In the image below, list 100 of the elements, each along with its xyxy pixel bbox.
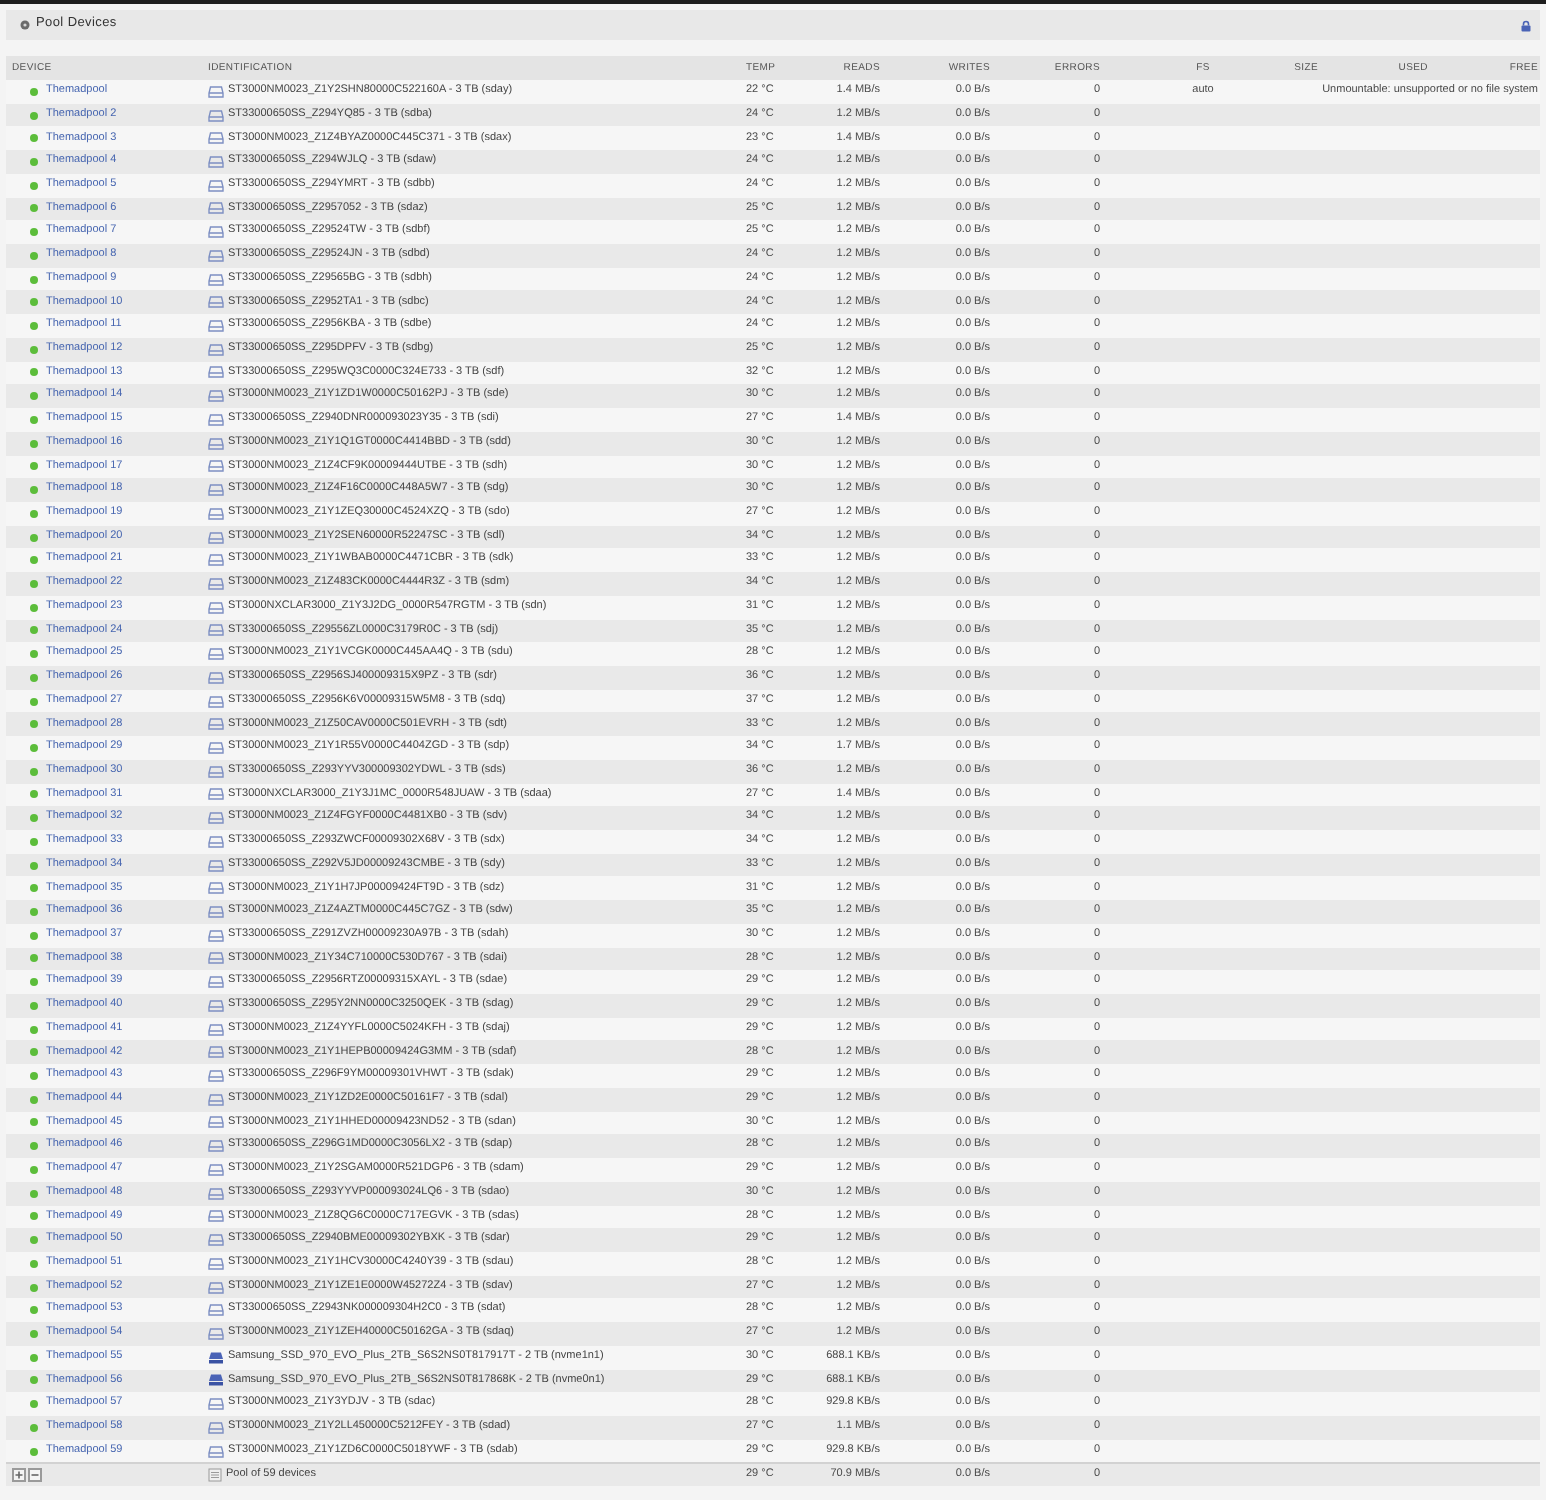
status-dot-icon [30,697,38,706]
status-dot-icon [30,251,38,260]
status-dot-icon [30,1283,38,1292]
hard-drive-icon [208,554,224,567]
status-dot-icon [30,415,38,424]
status-dot-icon [30,1353,38,1362]
hard-drive-icon [208,366,224,379]
hard-drive-icon [208,835,224,848]
hard-drive-icon [208,156,224,169]
hard-drive-icon [208,1304,224,1317]
hard-drive-icon [208,906,224,919]
plus-icon [14,1470,24,1481]
hard-drive-icon [208,1210,224,1223]
hard-drive-icon [208,1445,224,1458]
hard-drive-icon [208,999,224,1012]
status-dot-icon [30,298,38,307]
hard-drive-icon [208,1327,224,1340]
solid-drive-icon [208,1351,224,1364]
status-dot-icon [30,134,38,143]
status-dot-icon [30,1095,38,1104]
hard-drive-icon [208,249,224,262]
status-dot-icon [30,1376,38,1385]
hard-drive-icon [208,531,224,544]
hard-drive-icon [208,1070,224,1083]
hard-drive-icon [208,1234,224,1247]
hard-drive-icon [208,484,224,497]
status-dot-icon [30,1189,38,1198]
solid-drive-icon [208,1374,224,1387]
hard-drive-icon [208,976,224,989]
status-dot-icon [30,439,38,448]
status-dot-icon [30,954,38,963]
status-dot-icon [30,158,38,167]
expand-button[interactable] [12,1468,26,1483]
status-dot-icon [30,814,38,823]
status-dot-icon [30,345,38,354]
status-dot-icon [30,1142,38,1151]
status-dot-icon [30,837,38,846]
status-dot-icon [30,1072,38,1081]
lock-icon[interactable] [1520,19,1532,31]
status-dot-icon [30,579,38,588]
hard-drive-icon [208,179,224,192]
hard-drive-icon [208,1257,224,1270]
hard-drive-icon [208,85,224,98]
hard-drive-icon [208,437,224,450]
status-dot-icon [30,1400,38,1409]
hard-drive-icon [208,1093,224,1106]
status-dot-icon [30,228,38,237]
hard-drive-icon [208,1187,224,1200]
status-dot-icon [30,1259,38,1268]
hard-drive-icon [208,320,224,333]
status-dot-icon [30,884,38,893]
hard-drive-icon [208,859,224,872]
hard-drive-icon [208,132,224,145]
hard-drive-icon [208,460,224,473]
status-dot-icon [30,1165,38,1174]
status-dot-icon [30,1118,38,1127]
hard-drive-icon [208,952,224,965]
status-dot-icon [30,673,38,682]
status-dot-icon [30,509,38,518]
status-dot-icon [30,1212,38,1221]
hard-drive-icon [208,1281,224,1294]
status-dot-icon [30,650,38,659]
hard-drive-icon [208,390,224,403]
status-dot-icon [30,1329,38,1338]
status-dot-icon [30,181,38,190]
status-dot-icon [30,1001,38,1010]
hard-drive-icon [208,718,224,731]
status-dot-icon [30,1025,38,1034]
status-dot-icon [30,204,38,213]
status-dot-icon [30,111,38,120]
hard-drive-icon [208,1398,224,1411]
status-dot-icon [30,767,38,776]
status-dot-icon [30,392,38,401]
hard-drive-icon [208,1421,224,1434]
hard-drive-icon [208,202,224,215]
hard-drive-icon [208,273,224,286]
status-dot-icon [30,743,38,752]
collapse-button[interactable] [28,1468,42,1483]
hard-drive-icon [208,296,224,309]
hard-drive-icon [208,812,224,825]
status-dot-icon [30,1048,38,1057]
status-dot-icon [30,931,38,940]
hard-drive-icon [208,1116,224,1129]
status-dot-icon [30,486,38,495]
status-dot-icon [30,908,38,917]
hard-drive-icon [208,577,224,590]
disc-icon [20,20,30,30]
hard-drive-icon [208,226,224,239]
status-dot-icon [30,1236,38,1245]
hard-drive-icon [208,1163,224,1176]
status-dot-icon [30,556,38,565]
hard-drive-icon [208,788,224,801]
hard-drive-icon [208,601,224,614]
hard-drive-icon [208,109,224,122]
hard-drive-icon [208,1023,224,1036]
hard-drive-icon [208,695,224,708]
status-dot-icon [30,626,38,635]
status-dot-icon [30,87,38,96]
status-dot-icon [30,533,38,542]
hard-drive-icon [208,671,224,684]
